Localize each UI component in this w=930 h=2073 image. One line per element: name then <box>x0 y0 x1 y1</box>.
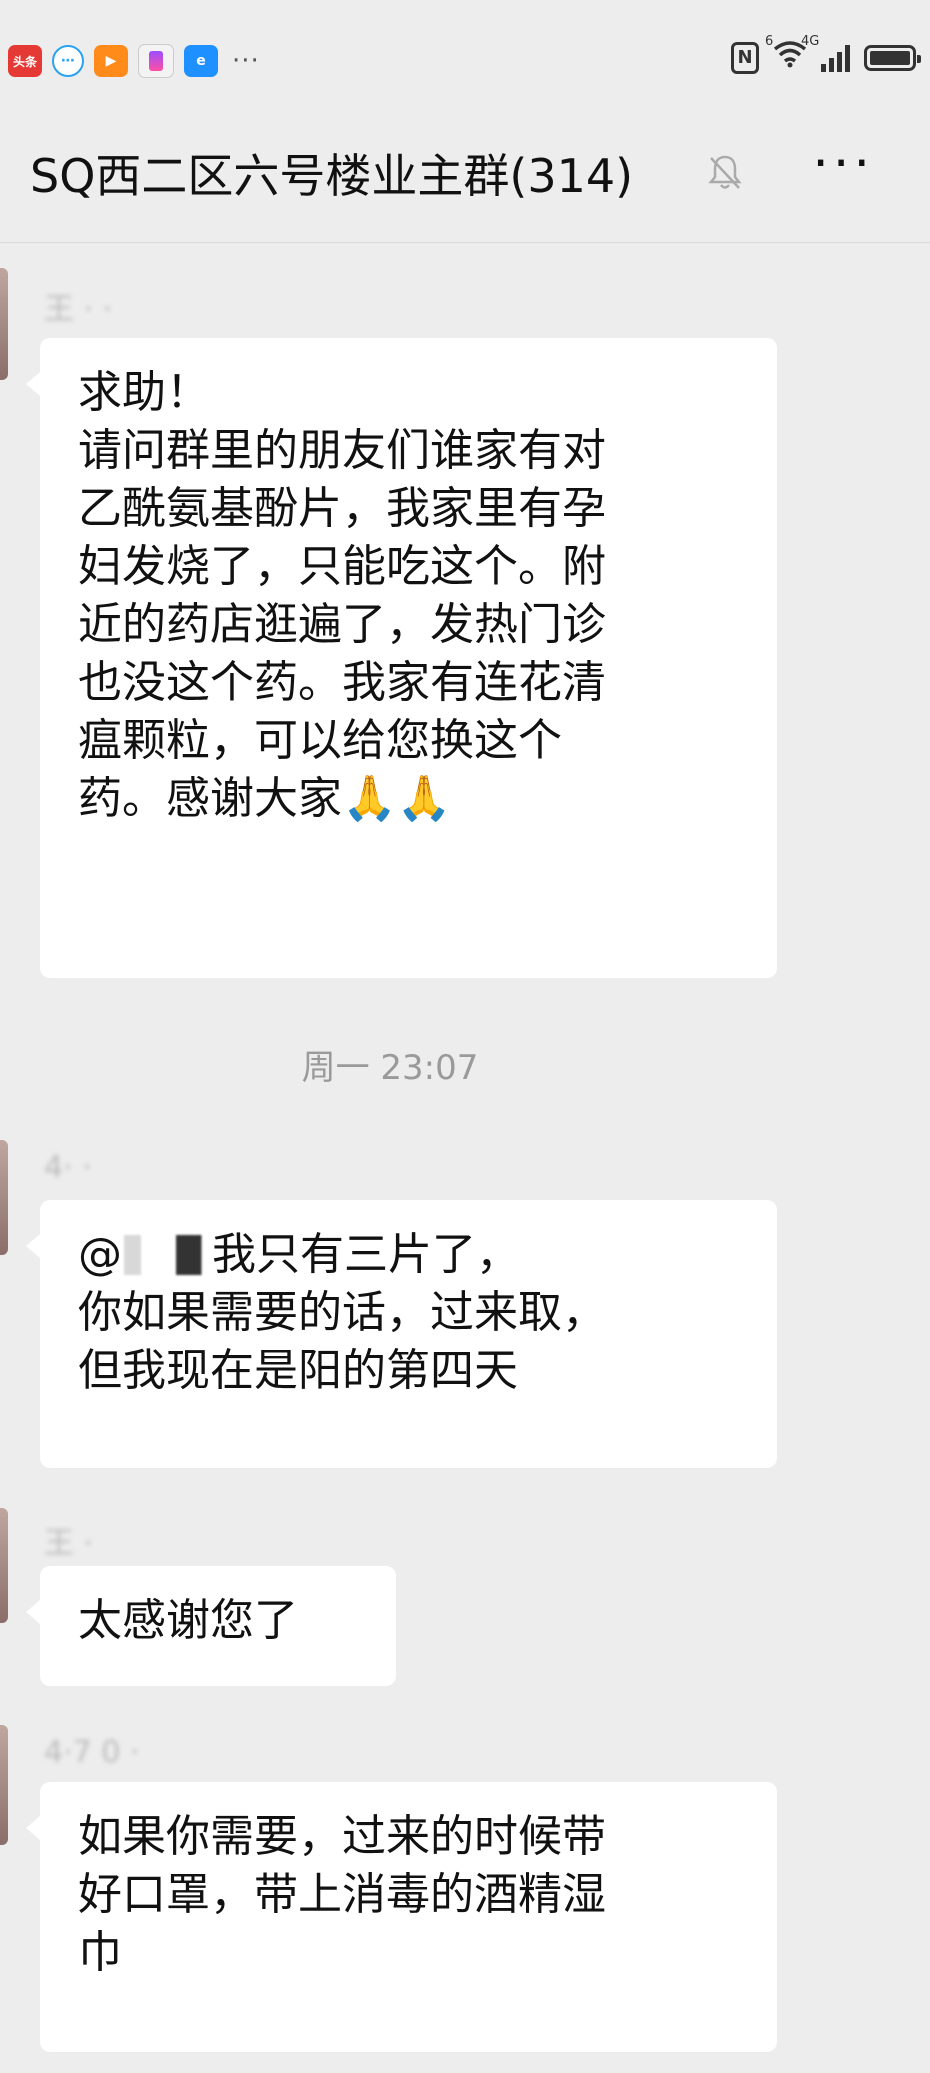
message-line: 瘟颗粒，可以给您换这个 <box>78 715 562 766</box>
avatar[interactable] <box>0 268 8 380</box>
sender-name: 王 · <box>44 1526 94 1561</box>
message-bubble[interactable]: @ 我只有三片了， 你如果需要的话，过来取， 但我现在是阳的第四天 <box>26 1200 777 1468</box>
message-line: 但我现在是阳的第四天 <box>78 1345 518 1396</box>
video-icon: ▶ <box>94 45 128 77</box>
message-line: 也没这个药。我家有连花清 <box>78 657 606 708</box>
message-line: 请问群里的朋友们谁家有对 <box>78 425 606 476</box>
sender-name: 4· · <box>44 1150 92 1185</box>
chat-title: SQ西二区六号楼业主群(314) <box>30 149 634 203</box>
avatar[interactable] <box>0 1140 8 1255</box>
mention-at: @ <box>78 1229 122 1280</box>
sender-name: 4·7 0 · <box>44 1735 140 1770</box>
message-line: 好口罩，带上消毒的酒精湿 <box>78 1869 606 1920</box>
message-line: 近的药店逛遍了，发热门诊 <box>78 599 606 650</box>
message-line: 求助！ <box>78 367 210 418</box>
message-line: 巾 <box>78 1927 122 1978</box>
more-options-button[interactable]: ··· <box>812 138 874 190</box>
message-line: 药。感谢大家🙏🙏 <box>78 773 452 824</box>
cell-signal-icon: 4G <box>801 34 850 72</box>
message-line: 太感谢您了 <box>78 1595 298 1646</box>
more-notifications-icon: ··· <box>232 46 260 76</box>
message-line: @ 我只有三片了， <box>78 1226 741 1284</box>
chat-bubble-icon: ⋯ <box>52 45 84 77</box>
mute-bell-icon <box>708 155 742 189</box>
iqiyi-icon <box>138 44 174 78</box>
avatar[interactable] <box>0 1508 8 1623</box>
battery-icon <box>864 44 921 71</box>
message-line: 如果你需要，过来的时候带 <box>78 1811 606 1862</box>
message-bubble[interactable]: 求助！ 请问群里的朋友们谁家有对 乙酰氨基酚片，我家里有孕 妇发烧了，只能吃这个… <box>26 338 777 978</box>
avatar[interactable] <box>0 1725 8 1845</box>
notification-icons: 头条 ⋯ ▶ e ··· <box>8 44 260 78</box>
nfc-icon: N <box>731 41 759 74</box>
message-text: 我只有三片了， <box>212 1229 520 1280</box>
message-bubble[interactable]: 如果你需要，过来的时候带 好口罩，带上消毒的酒精湿 巾 <box>26 1782 777 2052</box>
message-line: 妇发烧了，只能吃这个。附 <box>78 541 606 592</box>
toutiao-icon: 头条 <box>8 45 42 77</box>
chat-header: SQ西二区六号楼业主群(314) ··· <box>0 110 930 243</box>
message-line: 乙酰氨基酚片，我家里有孕 <box>78 483 606 534</box>
browser-icon: e <box>184 45 218 77</box>
sender-name: 王 · · <box>44 292 113 327</box>
network-badge: 4G <box>801 33 820 49</box>
message-timestamp: 周一 23:07 <box>301 1048 479 1088</box>
redacted-username <box>124 1235 208 1275</box>
message-line: 你如果需要的话，过来取， <box>78 1287 606 1338</box>
status-bar: 头条 ⋯ ▶ e ··· N 6 4G <box>0 0 930 110</box>
message-bubble[interactable]: 太感谢您了 <box>26 1566 396 1686</box>
system-icons: N 6 4G <box>731 34 921 75</box>
wifi-badge: 6 <box>765 34 774 49</box>
